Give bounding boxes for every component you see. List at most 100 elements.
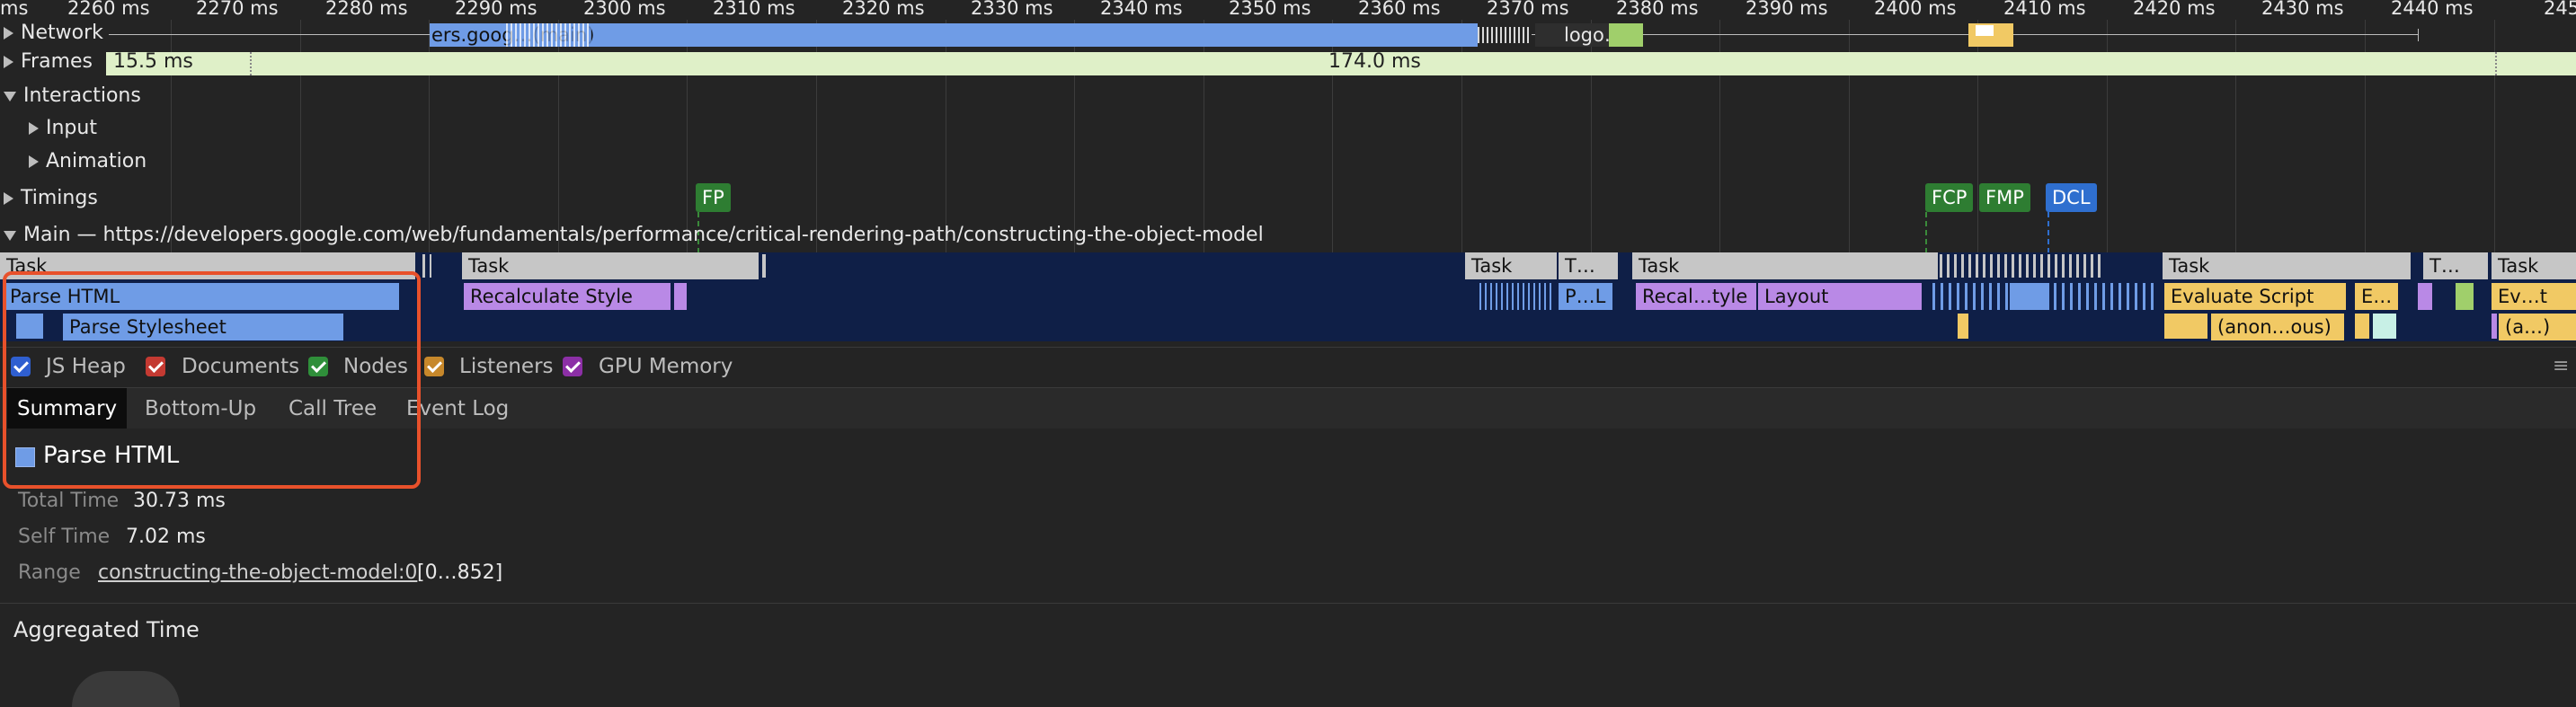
style-stripe: [2492, 314, 2497, 339]
script-stripe: [1958, 314, 1968, 339]
tick-label: 2380 ms: [1616, 0, 1699, 19]
listeners-label[interactable]: Listeners: [459, 355, 554, 378]
section-divider: [0, 603, 2576, 604]
task-label: Task: [1639, 255, 1680, 277]
recalculate-style-block[interactable]: Recalculate Style: [464, 283, 671, 310]
task-block[interactable]: Task: [1632, 252, 1938, 279]
interactions-track-header[interactable]: Interactions: [4, 84, 141, 107]
parse-stylesheet-block[interactable]: Parse Stylesheet: [63, 314, 343, 340]
tick-label: 2280 ms: [325, 0, 408, 19]
tab-event-log[interactable]: Event Log: [396, 388, 519, 429]
summary-title: Parse HTML: [43, 442, 180, 469]
gpu-memory-checkbox[interactable]: [563, 357, 582, 376]
expand-arrow-icon: [29, 122, 39, 135]
network-request-bar[interactable]: [1968, 23, 2013, 47]
js-heap-label[interactable]: JS Heap: [46, 355, 126, 378]
network-request-stripes: [1478, 27, 1532, 43]
total-time-label: Total Time: [18, 490, 120, 512]
js-heap-checkbox[interactable]: [11, 357, 31, 376]
network-request-bar[interactable]: ers.goog…(main): [430, 23, 1478, 47]
tick-label: 2270 ms: [196, 0, 279, 19]
nodes-label[interactable]: Nodes: [343, 355, 408, 378]
documents-checkbox[interactable]: [146, 357, 165, 376]
network-track-header[interactable]: Network: [4, 22, 109, 44]
timings-track-header[interactable]: Timings: [4, 187, 98, 209]
style-stripe: [674, 283, 687, 310]
expand-arrow-icon: [4, 192, 13, 205]
tick-label: 2370 ms: [1487, 0, 1569, 19]
fcp-marker[interactable]: FCP: [1925, 183, 1974, 212]
parse-stripe: [2010, 283, 2049, 310]
dcl-marker[interactable]: DCL: [2046, 183, 2097, 212]
main-track-header[interactable]: Main — https://developers.google.com/web…: [4, 224, 1264, 246]
nodes-checkbox[interactable]: [308, 357, 328, 376]
evaluate-script-label: Ev…t: [2498, 286, 2547, 307]
frames-track-header[interactable]: Frames: [4, 50, 93, 73]
evaluate-script-block[interactable]: Evaluate Script: [2164, 283, 2346, 310]
frame-divider: [2495, 52, 2498, 75]
listeners-checkbox[interactable]: [424, 357, 444, 376]
tab-bottom-up[interactable]: Bottom-Up: [135, 388, 266, 429]
recalc-style-label: Recal…tyle: [1642, 286, 1748, 307]
network-track[interactable]: Network ers.goog…(main) logo…: [0, 22, 2576, 49]
network-request-segment: [1609, 23, 1643, 47]
anonymous-function-label: (anon…ous): [2217, 316, 2332, 338]
memory-counters-bar: JS Heap Documents Nodes Listeners GPU Me…: [0, 347, 2576, 387]
evaluate-script-label: Evaluate Script: [2171, 286, 2314, 307]
frames-label: Frames: [21, 50, 93, 73]
network-label: Network: [21, 22, 103, 44]
anonymous-function-block[interactable]: (a…): [2499, 314, 2576, 340]
tick-label: 2430 ms: [2261, 0, 2344, 19]
layout-block[interactable]: Layout: [1758, 283, 1922, 310]
recalculate-style-label: Recalculate Style: [470, 286, 633, 307]
gpu-memory-label[interactable]: GPU Memory: [599, 355, 733, 378]
dcl-line: [2047, 212, 2049, 253]
anonymous-function-block[interactable]: (anon…ous): [2211, 314, 2344, 340]
tick-label: 2290 ms: [455, 0, 537, 19]
evaluate-script-block[interactable]: E…: [2355, 283, 2398, 310]
tick-label: ms: [0, 0, 29, 19]
input-track-header[interactable]: Input: [29, 117, 97, 139]
task-block[interactable]: T…: [1559, 252, 1618, 279]
task-block[interactable]: Task: [2163, 252, 2411, 279]
task-stripe: [422, 254, 425, 278]
self-time-label: Self Time: [18, 526, 111, 548]
tick-label: 2330 ms: [971, 0, 1053, 19]
network-request-bar[interactable]: logo…: [1535, 23, 1643, 47]
parse-block[interactable]: P…L: [1559, 283, 1612, 310]
fmp-marker[interactable]: FMP: [1979, 183, 2030, 212]
frames-track[interactable]: Frames 15.5 ms 174.0 ms: [0, 50, 2576, 75]
network-request-segment: [1976, 25, 1994, 36]
tab-call-tree[interactable]: Call Tree: [279, 388, 386, 429]
range-link[interactable]: constructing-the-object-model:0: [98, 561, 417, 584]
tick-label: 2260 ms: [67, 0, 150, 19]
drag-handle-icon[interactable]: ≡: [2553, 355, 2569, 377]
frame-duration[interactable]: 15.5 ms: [113, 50, 193, 73]
animation-track-header[interactable]: Animation: [29, 150, 147, 172]
task-block[interactable]: T…: [2423, 252, 2488, 279]
anonymous-function-label: (a…): [2505, 316, 2551, 338]
main-flame-chart[interactable]: Task Task Task T… Task Task T… Task Pars…: [0, 252, 2576, 341]
task-stripe: [762, 254, 766, 278]
task-block[interactable]: Task: [462, 252, 759, 279]
total-time-value: 30.73 ms: [133, 490, 226, 512]
parse-html-block[interactable]: Parse HTML: [4, 283, 399, 310]
fp-marker[interactable]: FP: [696, 183, 731, 212]
task-block[interactable]: Task: [2492, 252, 2576, 279]
main-thread-label: Main — https://developers.google.com/web…: [23, 224, 1264, 246]
tab-summary[interactable]: Summary: [7, 388, 128, 429]
parse-stripes: [1479, 283, 1551, 310]
time-ruler[interactable]: ms 2260 ms 2270 ms 2280 ms 2290 ms 2300 …: [0, 0, 2576, 20]
tick-label: 2350 ms: [1229, 0, 1311, 19]
evaluate-script-block[interactable]: Ev…t: [2492, 283, 2576, 310]
details-tabs: Summary Bottom-Up Call Tree Event Log: [0, 387, 2576, 430]
recalc-style-block[interactable]: Recal…tyle: [1636, 283, 1756, 310]
task-block[interactable]: Task: [0, 252, 415, 279]
frame-duration[interactable]: 174.0 ms: [1328, 50, 1421, 73]
documents-label[interactable]: Documents: [182, 355, 299, 378]
task-label: Task: [2169, 255, 2210, 277]
style-stripe: [2418, 283, 2432, 310]
category-color-swatch: [15, 447, 35, 467]
task-block[interactable]: Task: [1465, 252, 1557, 279]
task-label: T…: [2429, 255, 2460, 277]
